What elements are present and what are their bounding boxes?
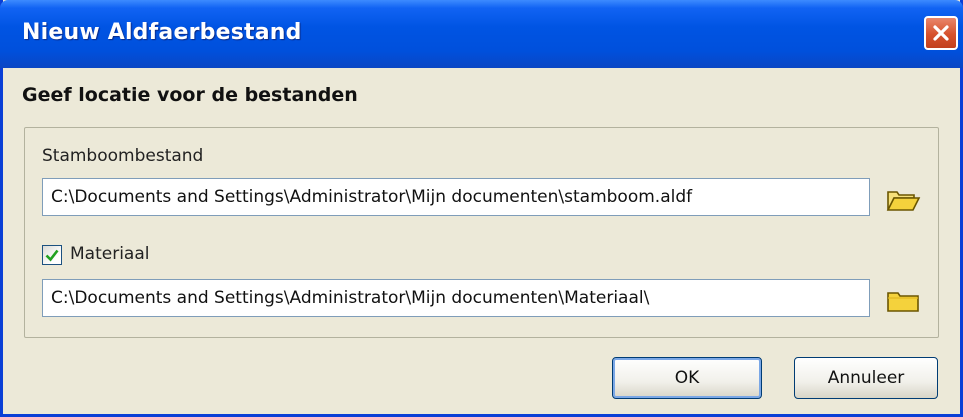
title-bar[interactable]: Nieuw Aldfaerbestand (0, 0, 963, 68)
materiaal-path-input[interactable]: C:\Documents and Settings\Administrator\… (42, 279, 870, 317)
folder-icon (887, 292, 919, 312)
window-title: Nieuw Aldfaerbestand (22, 20, 302, 45)
ok-button[interactable]: OK (612, 357, 762, 399)
checkmark-icon (45, 249, 59, 262)
close-button[interactable] (924, 16, 958, 50)
close-icon (933, 25, 949, 41)
open-folder-icon (886, 191, 921, 211)
stamboom-label: Stamboombestand (42, 146, 204, 166)
stamboom-browse-button[interactable] (885, 187, 921, 213)
materiaal-checkbox[interactable] (42, 245, 62, 265)
materiaal-browse-button[interactable] (885, 288, 921, 314)
stamboom-path-input[interactable]: C:\Documents and Settings\Administrator\… (42, 178, 870, 216)
cancel-button[interactable]: Annuleer (794, 357, 938, 399)
materiaal-label[interactable]: Materiaal (70, 244, 149, 264)
dialog-heading: Geef locatie voor de bestanden (22, 84, 358, 106)
